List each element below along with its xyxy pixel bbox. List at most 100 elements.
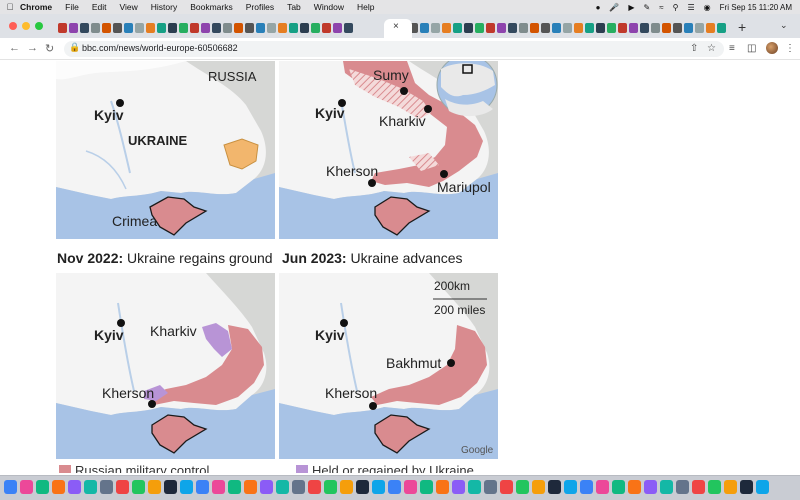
dock-app-icon[interactable] bbox=[164, 480, 177, 494]
dock-app-icon[interactable] bbox=[404, 480, 417, 494]
dock-app-icon[interactable] bbox=[660, 480, 673, 494]
dock-app-icon[interactable] bbox=[308, 480, 321, 494]
dock-app-icon[interactable] bbox=[388, 480, 401, 494]
tab-favicon-icon[interactable] bbox=[322, 23, 331, 33]
apple-menu-icon[interactable]:  bbox=[0, 2, 20, 12]
menu-window[interactable]: Window bbox=[314, 2, 344, 12]
tab-favicon-icon[interactable] bbox=[585, 23, 594, 33]
tab-favicon-icon[interactable] bbox=[475, 23, 484, 33]
dock-app-icon[interactable] bbox=[100, 480, 113, 494]
wifi-icon[interactable]: ≈ bbox=[659, 3, 663, 12]
tab-favicon-icon[interactable] bbox=[91, 23, 100, 33]
tab-favicon-icon[interactable] bbox=[135, 23, 144, 33]
tab-favicon-icon[interactable] bbox=[80, 23, 89, 33]
tab-favicon-icon[interactable] bbox=[256, 23, 265, 33]
search-icon[interactable]: ⚲ bbox=[673, 3, 679, 12]
menu-clock[interactable]: Fri Sep 15 11:20 AM bbox=[720, 3, 792, 12]
tab-favicon-icon[interactable] bbox=[596, 23, 605, 33]
dock-app-icon[interactable] bbox=[756, 480, 769, 494]
bookmark-star-icon[interactable]: ☆ bbox=[707, 43, 716, 54]
profile-avatar[interactable] bbox=[766, 42, 778, 54]
tab-favicon-icon[interactable] bbox=[212, 23, 221, 33]
tab-favicon-icon[interactable] bbox=[223, 23, 232, 33]
tab-search-chevron-icon[interactable]: ⌄ bbox=[780, 20, 788, 31]
tab-favicon-icon[interactable] bbox=[695, 23, 704, 33]
address-bar[interactable]: 🔒 bbc.com/news/world-europe-60506682 bbox=[64, 41, 724, 57]
play-icon[interactable]: ▶ bbox=[628, 3, 634, 12]
minimize-window-button[interactable] bbox=[22, 22, 30, 30]
dock-app-icon[interactable] bbox=[420, 480, 433, 494]
dock-app-icon[interactable] bbox=[548, 480, 561, 494]
maximize-window-button[interactable] bbox=[35, 22, 43, 30]
tab-favicon-icon[interactable] bbox=[464, 23, 473, 33]
tab-favicon-icon[interactable] bbox=[344, 23, 353, 33]
tab-favicon-icon[interactable] bbox=[673, 23, 682, 33]
tab-favicon-icon[interactable] bbox=[190, 23, 199, 33]
tab-favicon-icon[interactable] bbox=[541, 23, 550, 33]
dock-app-icon[interactable] bbox=[212, 480, 225, 494]
dock-app-icon[interactable] bbox=[724, 480, 737, 494]
forward-arrow-icon[interactable]: → bbox=[27, 42, 38, 54]
dock-app-icon[interactable] bbox=[196, 480, 209, 494]
dock-app-icon[interactable] bbox=[148, 480, 161, 494]
dock-app-icon[interactable] bbox=[260, 480, 273, 494]
tab-favicon-icon[interactable] bbox=[651, 23, 660, 33]
dock-app-icon[interactable] bbox=[644, 480, 657, 494]
lock-icon[interactable]: 🔒 bbox=[69, 42, 80, 53]
dock-app-icon[interactable] bbox=[516, 480, 529, 494]
tab-favicon-icon[interactable] bbox=[618, 23, 627, 33]
dock-app-icon[interactable] bbox=[52, 480, 65, 494]
dock-app-icon[interactable] bbox=[276, 480, 289, 494]
dock-app-icon[interactable] bbox=[708, 480, 721, 494]
menu-tab[interactable]: Tab bbox=[287, 2, 301, 12]
tab-favicon-icon[interactable] bbox=[168, 23, 177, 33]
menu-edit[interactable]: Edit bbox=[92, 2, 107, 12]
dock-app-icon[interactable] bbox=[292, 480, 305, 494]
dock-app-icon[interactable] bbox=[564, 480, 577, 494]
pen-icon[interactable]: ✎ bbox=[644, 3, 651, 12]
dock-app-icon[interactable] bbox=[356, 480, 369, 494]
menu-file[interactable]: File bbox=[65, 2, 79, 12]
dock-app-icon[interactable] bbox=[372, 480, 385, 494]
dock-app-icon[interactable] bbox=[532, 480, 545, 494]
back-arrow-icon[interactable]: ← bbox=[9, 42, 20, 54]
close-window-button[interactable] bbox=[9, 22, 17, 30]
microphone-icon[interactable]: 🎤 bbox=[609, 3, 619, 12]
tab-favicon-icon[interactable] bbox=[607, 23, 616, 33]
dock-app-icon[interactable] bbox=[692, 480, 705, 494]
tab-favicon-icon[interactable] bbox=[278, 23, 287, 33]
menu-history[interactable]: History bbox=[151, 2, 177, 12]
tab-favicon-icon[interactable] bbox=[453, 23, 462, 33]
dock-app-icon[interactable] bbox=[116, 480, 129, 494]
dock-app-icon[interactable] bbox=[180, 480, 193, 494]
tab-favicon-icon[interactable] bbox=[333, 23, 342, 33]
tab-favicon-icon[interactable] bbox=[157, 23, 166, 33]
dock-app-icon[interactable] bbox=[436, 480, 449, 494]
tab-favicon-icon[interactable] bbox=[58, 23, 67, 33]
close-tab-icon[interactable]: × bbox=[393, 21, 399, 32]
side-panel-icon[interactable]: ◫ bbox=[747, 43, 756, 54]
dock-app-icon[interactable] bbox=[596, 480, 609, 494]
tab-favicon-icon[interactable] bbox=[146, 23, 155, 33]
wechat-icon[interactable]: ● bbox=[596, 3, 601, 12]
menu-bookmarks[interactable]: Bookmarks bbox=[190, 2, 233, 12]
share-icon[interactable]: ⇧ bbox=[690, 43, 698, 54]
dock-app-icon[interactable] bbox=[324, 480, 337, 494]
tab-favicon-icon[interactable] bbox=[311, 23, 320, 33]
tab-favicon-icon[interactable] bbox=[684, 23, 693, 33]
tab-favicon-icon[interactable] bbox=[519, 23, 528, 33]
dock-app-icon[interactable] bbox=[68, 480, 81, 494]
tab-favicon-icon[interactable] bbox=[113, 23, 122, 33]
dock-app-icon[interactable] bbox=[500, 480, 513, 494]
dock-app-icon[interactable] bbox=[4, 480, 17, 494]
tab-favicon-icon[interactable] bbox=[179, 23, 188, 33]
menu-profiles[interactable]: Profiles bbox=[246, 2, 274, 12]
active-tab[interactable]: × bbox=[384, 19, 412, 38]
dock-app-icon[interactable] bbox=[580, 480, 593, 494]
menu-view[interactable]: View bbox=[119, 2, 137, 12]
dock-app-icon[interactable] bbox=[228, 480, 241, 494]
reading-list-icon[interactable]: ≡ bbox=[729, 43, 735, 54]
tab-favicon-icon[interactable] bbox=[508, 23, 517, 33]
dock-app-icon[interactable] bbox=[340, 480, 353, 494]
reload-icon[interactable]: ↻ bbox=[45, 42, 54, 55]
